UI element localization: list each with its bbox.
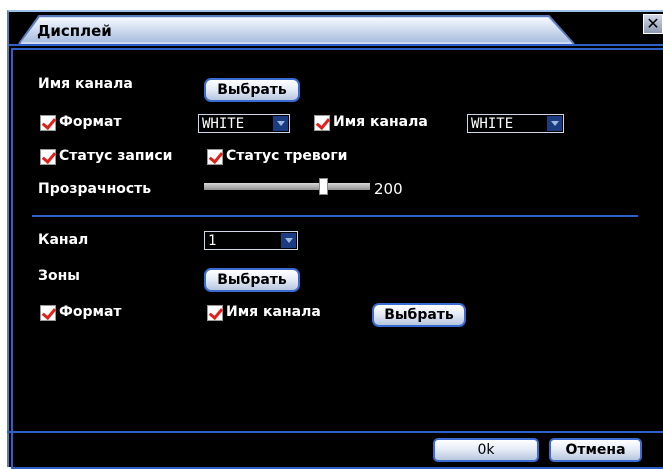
cancel-button[interactable]: Отмена [549, 438, 642, 462]
format-color-value: WHITE [202, 116, 245, 132]
zones-select-button[interactable]: Выбрать [204, 268, 300, 292]
channel-name-check-label-2: Имя канала [226, 304, 321, 320]
alarm-status-checkbox[interactable] [207, 149, 223, 165]
format-color-select[interactable]: WHITE [198, 114, 290, 133]
transparency-slider[interactable] [204, 183, 370, 190]
transparency-value: 200 [374, 180, 403, 198]
format-label: Формат [59, 114, 122, 130]
dialog-title: Дисплей [37, 22, 112, 40]
transparency-label: Прозрачность [38, 181, 152, 197]
transparency-slider-thumb[interactable] [319, 178, 329, 195]
chevron-down-icon[interactable] [281, 233, 296, 248]
alarm-status-label: Статус тревоги [226, 148, 348, 164]
channel-name-select-button-2[interactable]: Выбрать [372, 303, 466, 327]
zones-label: Зоны [38, 268, 80, 284]
channel-name-checkbox[interactable] [314, 115, 330, 131]
channel-name-label: Имя канала [38, 76, 133, 92]
channel-name-color-value: WHITE [471, 116, 514, 132]
footer-divider [7, 431, 663, 433]
format-checkbox[interactable] [40, 115, 56, 131]
channel-format-checkbox[interactable] [40, 305, 56, 321]
chevron-down-icon[interactable] [273, 116, 288, 131]
channel-name-check-label: Имя канала [333, 114, 428, 130]
close-icon[interactable]: ✕ [643, 14, 663, 34]
channel-name-select-button[interactable]: Выбрать [204, 78, 300, 102]
channel-label: Канал [38, 232, 89, 248]
title-bar: Дисплей ✕ [9, 12, 663, 46]
channel-value: 1 [208, 233, 217, 249]
settings-panel [11, 48, 663, 469]
ok-button[interactable]: 0k [433, 438, 539, 462]
section-divider [32, 215, 638, 217]
chevron-down-icon[interactable] [547, 116, 562, 131]
record-status-checkbox[interactable] [40, 149, 56, 165]
channel-name-checkbox-2[interactable] [207, 305, 223, 321]
channel-select[interactable]: 1 [204, 231, 298, 250]
channel-name-color-select[interactable]: WHITE [467, 114, 564, 133]
record-status-label: Статус записи [59, 148, 173, 164]
channel-format-label: Формат [59, 304, 122, 320]
